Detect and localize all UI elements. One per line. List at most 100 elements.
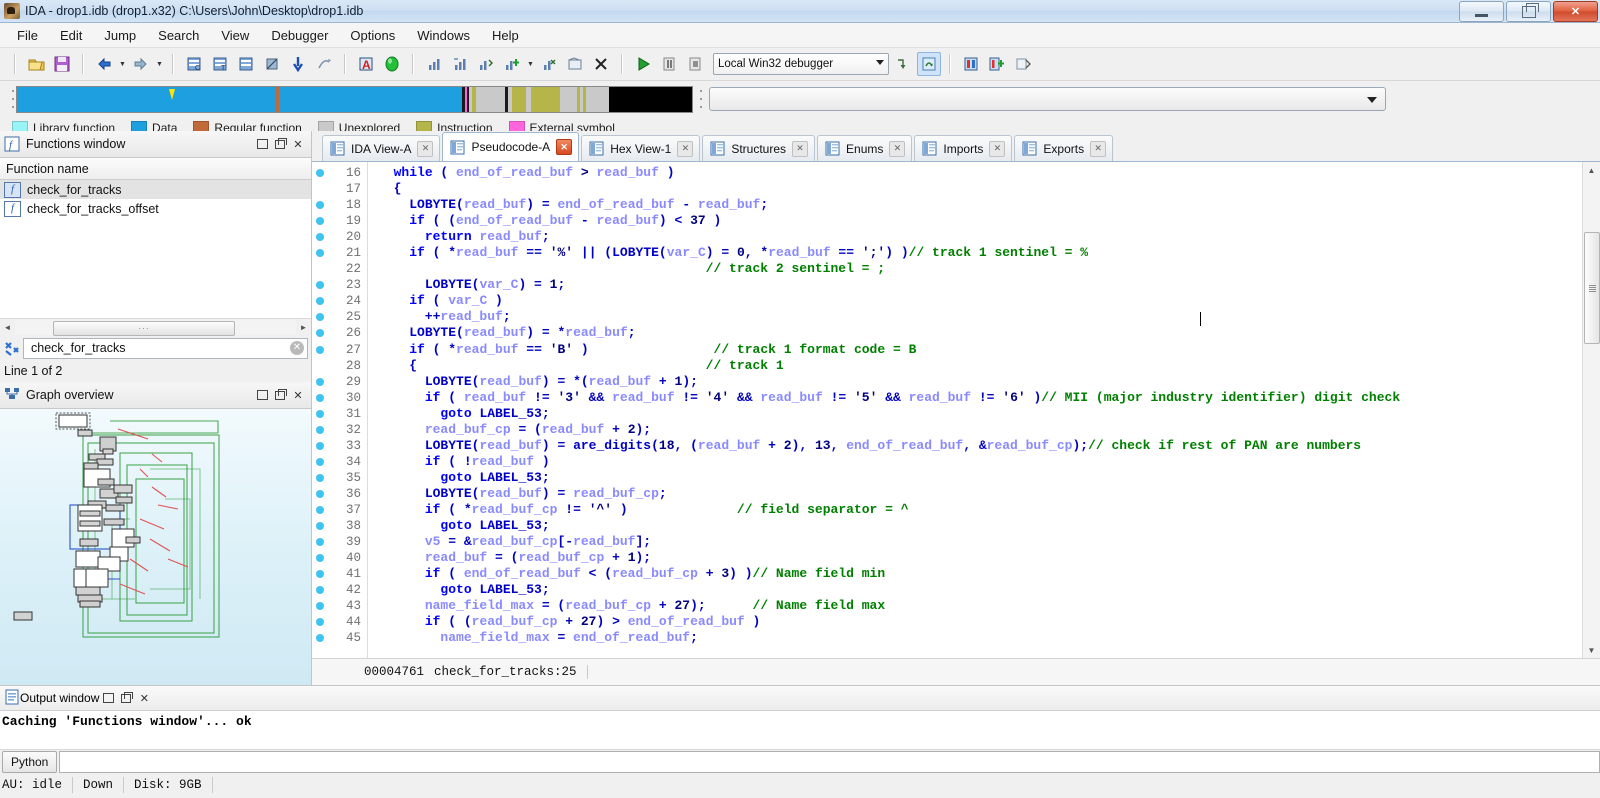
navigation-band[interactable] <box>16 86 693 113</box>
code-line[interactable]: if ( *read_buf_cp != '^' ) // field sepa… <box>378 502 1582 518</box>
graph-icon[interactable] <box>422 52 446 76</box>
hscroll-thumb[interactable]: ··· <box>53 321 235 336</box>
clear-icon[interactable]: ✕ <box>290 341 304 355</box>
menu-jump[interactable]: Jump <box>93 25 147 46</box>
code-line[interactable]: if ( *read_buf == '%' || (LOBYTE(var_C) … <box>378 245 1582 261</box>
stop-icon[interactable] <box>683 52 707 76</box>
output-close-button[interactable]: ✕ <box>135 690 153 706</box>
menu-debugger[interactable]: Debugger <box>260 25 339 46</box>
code-line[interactable]: if ( (end_of_read_buf - read_buf) < 37 ) <box>378 213 1582 229</box>
green-circle-icon[interactable] <box>380 52 404 76</box>
code-line[interactable]: { <box>378 181 1582 197</box>
back-dropdown-icon[interactable]: ▼ <box>118 55 127 73</box>
code-line[interactable]: if ( end_of_read_buf < (read_buf_cp + 3)… <box>378 566 1582 582</box>
tab-close-icon[interactable]: ✕ <box>792 141 808 157</box>
tab-close-icon[interactable]: ✕ <box>989 141 1005 157</box>
jump-icon[interactable] <box>312 52 336 76</box>
code-line[interactable]: read_buf = (read_buf_cp + 1); <box>378 550 1582 566</box>
functions-list[interactable]: fcheck_for_tracksfcheck_for_tracks_offse… <box>0 180 311 318</box>
tab-enums[interactable]: Enums✕ <box>817 135 912 161</box>
tab-close-icon[interactable]: ✕ <box>417 141 433 157</box>
hscroll-track[interactable]: ··· <box>15 320 296 335</box>
tab-close-icon[interactable]: ✕ <box>677 141 693 157</box>
jump-to-combo[interactable] <box>709 87 1386 111</box>
functions-hscrollbar[interactable]: ◄ ··· ► <box>0 318 311 336</box>
output-log[interactable]: Caching 'Functions window'... ok <box>0 711 1600 750</box>
code-line[interactable]: read_buf_cp = (read_buf + 2); <box>378 422 1582 438</box>
xrefs-icon[interactable] <box>474 52 498 76</box>
breakpoint-marker[interactable] <box>312 358 328 374</box>
delete-icon[interactable] <box>589 52 613 76</box>
code-line[interactable]: name_field_max = end_of_read_buf; <box>378 630 1582 646</box>
menu-windows[interactable]: Windows <box>406 25 481 46</box>
back-arrow-icon[interactable] <box>92 52 116 76</box>
scroll-up-icon[interactable]: ▲ <box>1583 162 1600 178</box>
tab-close-icon[interactable]: ✕ <box>556 139 572 155</box>
bp-dropdown-icon[interactable]: ▼ <box>526 55 535 73</box>
tab-close-icon[interactable]: ✕ <box>1090 141 1106 157</box>
scroll-left-icon[interactable]: ◄ <box>0 320 15 335</box>
code-line[interactable]: if ( *read_buf == 'B' ) // track 1 forma… <box>378 342 1582 358</box>
code-line[interactable]: while ( end_of_read_buf > read_buf ) <box>378 165 1582 181</box>
breakpoint-marker[interactable] <box>312 325 328 341</box>
run-icon[interactable] <box>631 52 655 76</box>
breakpoint-marker[interactable] <box>312 181 328 197</box>
breakpoint-marker[interactable] <box>312 213 328 229</box>
menu-view[interactable]: View <box>210 25 260 46</box>
forward-arrow-icon[interactable] <box>129 52 153 76</box>
minimize-button[interactable] <box>1459 1 1504 22</box>
code-line[interactable]: LOBYTE(read_buf) = read_buf_cp; <box>378 486 1582 502</box>
tab-hex-view-1[interactable]: Hex View-1✕ <box>581 135 700 161</box>
breakpoint-marker[interactable] <box>312 197 328 213</box>
graph-overview-canvas[interactable] <box>0 409 311 685</box>
breakpoint-marker[interactable] <box>312 630 328 646</box>
code-line[interactable]: LOBYTE(read_buf) = *(read_buf + 1); <box>378 374 1582 390</box>
scroll-down-icon[interactable]: ▼ <box>1583 642 1600 658</box>
breakpoint-marker[interactable] <box>312 486 328 502</box>
breakpoint-gutter[interactable] <box>312 162 328 658</box>
cli-language-button[interactable]: Python <box>2 751 57 773</box>
code-line[interactable]: if ( (read_buf_cp + 27) > end_of_read_bu… <box>378 614 1582 630</box>
debug-opts-icon[interactable] <box>959 52 983 76</box>
functions-float-button[interactable] <box>271 136 289 152</box>
code-line[interactable]: LOBYTE(var_C) = 1; <box>378 277 1582 293</box>
menu-edit[interactable]: Edit <box>49 25 93 46</box>
make-data-icon[interactable]: T <box>208 52 232 76</box>
scroll-right-icon[interactable]: ► <box>296 320 311 335</box>
close-button[interactable]: ✕ <box>1553 1 1598 22</box>
make-struct-icon[interactable] <box>234 52 258 76</box>
undefine-icon[interactable] <box>260 52 284 76</box>
debug-opts2-icon[interactable] <box>985 52 1009 76</box>
breakpoint-marker[interactable] <box>312 293 328 309</box>
tab-pseudocode-a[interactable]: Pseudocode-A✕ <box>442 132 579 161</box>
code-line[interactable]: LOBYTE(read_buf) = end_of_read_buf - rea… <box>378 197 1582 213</box>
breakpoint-marker[interactable] <box>312 502 328 518</box>
tab-structures[interactable]: Structures✕ <box>702 135 815 161</box>
menu-options[interactable]: Options <box>339 25 406 46</box>
open-folder-icon[interactable] <box>24 52 48 76</box>
code-line[interactable]: { // track 1 <box>378 358 1582 374</box>
code-line[interactable]: if ( read_buf != '3' && read_buf != '4' … <box>378 390 1582 406</box>
code-line[interactable]: LOBYTE(read_buf) = are_digits(18, (read_… <box>378 438 1582 454</box>
breakpoint-marker[interactable] <box>312 390 328 406</box>
output-maximize-button[interactable] <box>99 690 117 706</box>
pause-icon[interactable] <box>657 52 681 76</box>
code-line[interactable]: name_field_max = (read_buf_cp + 27); // … <box>378 598 1582 614</box>
breakpoint-marker[interactable] <box>312 374 328 390</box>
string-icon[interactable]: A <box>354 52 378 76</box>
forward-dropdown-icon[interactable]: ▼ <box>155 55 164 73</box>
graph-close-button[interactable]: ✕ <box>289 387 307 403</box>
trace-icon[interactable] <box>1011 52 1035 76</box>
functions-filter-input[interactable]: check_for_tracks ✕ <box>23 338 308 359</box>
breakpoint-marker[interactable] <box>312 550 328 566</box>
tab-imports[interactable]: Imports✕ <box>914 135 1012 161</box>
breakpoint-marker[interactable] <box>312 229 328 245</box>
vscroll-thumb[interactable] <box>1584 232 1600 344</box>
breakpoint-marker[interactable] <box>312 438 328 454</box>
code-line[interactable]: if ( var_C ) <box>378 293 1582 309</box>
pseudocode-vscrollbar[interactable]: ▲ ▼ <box>1582 162 1600 658</box>
breakpoint-marker[interactable] <box>312 277 328 293</box>
step-over-icon[interactable] <box>917 52 941 76</box>
screenshot-icon[interactable] <box>563 52 587 76</box>
breakpoint-marker[interactable] <box>312 165 328 181</box>
